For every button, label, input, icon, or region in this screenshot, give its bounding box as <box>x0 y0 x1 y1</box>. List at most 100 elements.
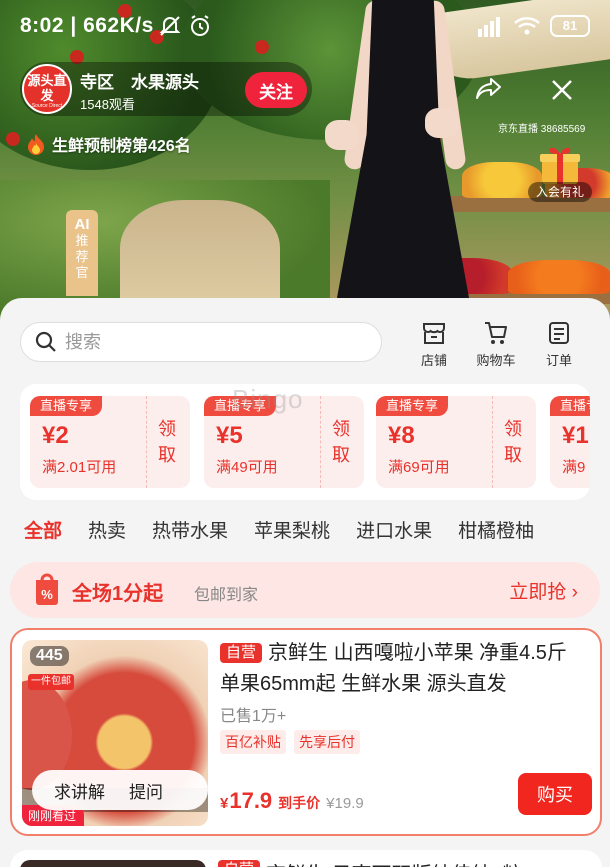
free-shipping-tag: 一件包邮 <box>28 674 74 690</box>
coupon-claim-button[interactable]: 领取 <box>158 416 178 468</box>
status-time: 8:02 | 662K/s <box>20 14 154 37</box>
search-box[interactable] <box>20 322 382 362</box>
wifi-icon <box>514 17 540 35</box>
net-speed: 662K/s <box>83 14 154 37</box>
product-title-text: 京鲜生 云南西双版纳佳纳2粒 <box>266 858 523 867</box>
coupon-condition: 满49可用 <box>216 459 278 476</box>
product-image[interactable] <box>20 860 206 867</box>
coupon-claim-button[interactable]: 领取 <box>504 416 524 468</box>
coupon-divider <box>492 396 493 488</box>
svg-text:%: % <box>41 587 53 602</box>
search-input[interactable] <box>65 331 345 353</box>
shop-logo-subtext: Source Direct <box>31 103 63 109</box>
coupon-condition: 满9 <box>562 459 586 476</box>
coupon-divider <box>146 396 147 488</box>
coupon-amount: ¥2 <box>42 422 69 449</box>
coupon-strip[interactable]: 直播专享 ¥2 满2.01可用 领取 直播专享 ¥5 满49可用 领取 直播专享… <box>20 384 590 500</box>
shop-logo-text: 源头直发 <box>27 73 67 103</box>
quick-orders[interactable]: 订单 <box>529 320 589 369</box>
quick-cart-label: 购物车 <box>476 353 516 368</box>
tab-all[interactable]: 全部 <box>24 516 62 543</box>
pay-later-tag: 先享后付 <box>294 730 360 754</box>
quick-orders-label: 订单 <box>545 353 572 368</box>
ai-sub-char: 荐 <box>75 249 89 264</box>
product-price: ¥ 17.9 到手价 ¥19.9 <box>220 788 364 814</box>
quick-cart[interactable]: 购物车 <box>466 320 526 369</box>
price-label: 到手价 <box>278 795 321 811</box>
battery-indicator: 81 <box>550 15 590 37</box>
cart-icon <box>485 322 507 344</box>
original-price: ¥19.9 <box>326 795 364 812</box>
coupon-card[interactable]: 直播专享 ¥8 满69可用 领取 <box>376 396 536 488</box>
apple-decoration <box>6 132 20 146</box>
gift-label[interactable]: 入会有礼 <box>528 182 592 202</box>
discount-tag-icon: % <box>36 573 58 605</box>
follow-button[interactable]: 关注 <box>245 72 307 108</box>
ask-question-button[interactable]: 提问 <box>117 778 175 803</box>
tab-hot[interactable]: 热卖 <box>88 516 126 543</box>
clock: 8:02 <box>20 14 65 37</box>
coupon-card[interactable]: 直播专享 ¥2 满2.01可用 领取 <box>30 396 190 488</box>
coupon-badge: 直播专享 <box>30 396 103 416</box>
subsidy-tag: 百亿补贴 <box>220 730 286 754</box>
promo-cta[interactable]: 立即抢 › <box>509 577 578 604</box>
ai-sub-char: 推 <box>75 233 89 248</box>
self-operated-tag: 自营 <box>220 643 263 663</box>
order-icon <box>549 322 569 344</box>
coupon-card[interactable]: 直播专享 ¥1 满9 <box>550 396 590 488</box>
close-icon[interactable] <box>548 76 576 104</box>
product-index: 445 <box>30 646 69 666</box>
category-tabs: 全部 热卖 热带水果 苹果梨桃 进口水果 柑橘橙柚 <box>24 516 560 543</box>
viewer-count: 1548观看 <box>80 97 135 112</box>
tab-citrus[interactable]: 柑橘橙柚 <box>458 516 534 543</box>
signal-icon <box>478 17 500 37</box>
shop-logo[interactable]: 源头直发 Source Direct <box>22 64 72 114</box>
coupon-amount: ¥1 <box>562 422 589 449</box>
product-title[interactable]: 自营 京鲜生 山西嘎啦小苹果 净重4.5斤 单果65mm起 生鲜水果 源头直发 <box>220 638 592 700</box>
quick-store[interactable]: 店铺 <box>404 320 464 369</box>
watermark: Bingo <box>232 384 304 414</box>
quick-store-label: 店铺 <box>420 353 447 368</box>
share-icon[interactable] <box>475 76 503 102</box>
alarm-icon <box>191 15 209 36</box>
ai-sub-char: 官 <box>75 265 89 280</box>
rank-text: 生鲜预制榜第426名 <box>52 138 191 155</box>
coupon-amount: ¥5 <box>216 422 243 449</box>
coupon-condition: 满2.01可用 <box>42 459 117 476</box>
coupon-amount: ¥8 <box>388 422 415 449</box>
product-title-text: 京鲜生 山西嘎啦小苹果 净重4.5斤 单果65mm起 生鲜水果 源头直发 <box>220 642 567 695</box>
room-id: 京东直播 38685569 <box>498 124 586 135</box>
product-sheet: 店铺 购物车 订单 直播专享 ¥2 满2.01可用 领取 直播专享 ¥5 满49… <box>0 298 610 867</box>
store-icon <box>423 323 445 344</box>
buy-button[interactable]: 购买 <box>518 773 592 815</box>
promo-title: 全场1分起 <box>72 583 164 605</box>
self-operated-tag: 自营 <box>218 860 261 867</box>
fruit-pile <box>508 260 610 294</box>
price-currency: ¥ <box>220 795 229 812</box>
flame-icon <box>28 134 44 155</box>
coupon-badge: 直播专享 <box>376 396 449 416</box>
mute-icon <box>159 16 181 36</box>
coupon-divider <box>320 396 321 488</box>
shop-name[interactable]: 寺区 水果源头 <box>80 68 240 93</box>
product-card[interactable]: 445 一件包邮 刚刚看过 求讲解 提问 自营 京鲜生 山西嘎啦小苹果 净重4.5… <box>10 628 602 836</box>
coupon-badge: 直播专享 <box>550 396 590 416</box>
tab-apple-pear-peach[interactable]: 苹果梨桃 <box>254 516 330 543</box>
status-bar: 8:02 | 662K/s 81 <box>0 0 610 54</box>
ai-label: AI <box>74 216 90 233</box>
search-icon <box>35 331 56 352</box>
price-value: 17.9 <box>229 788 273 813</box>
ai-recommender[interactable]: AI 推 荐 官 <box>66 210 98 296</box>
product-tags: 百亿补贴 先享后付 <box>220 730 360 754</box>
explain-pill: 求讲解 提问 <box>32 770 208 810</box>
sold-count: 已售1万+ <box>220 708 287 725</box>
promo-banner[interactable]: % 全场1分起 包邮到家 立即抢 › <box>10 562 600 618</box>
request-explain-button[interactable]: 求讲解 <box>32 778 117 803</box>
tab-imported[interactable]: 进口水果 <box>356 516 432 543</box>
coupon-claim-button[interactable]: 领取 <box>332 416 352 468</box>
coupon-condition: 满69可用 <box>388 459 450 476</box>
tab-tropical[interactable]: 热带水果 <box>152 516 228 543</box>
product-card[interactable]: 自营 京鲜生 云南西双版纳佳纳2粒 <box>10 850 602 867</box>
rank-badge[interactable]: 生鲜预制榜第426名 <box>26 132 191 156</box>
promo-subtitle: 包邮到家 <box>194 587 259 604</box>
